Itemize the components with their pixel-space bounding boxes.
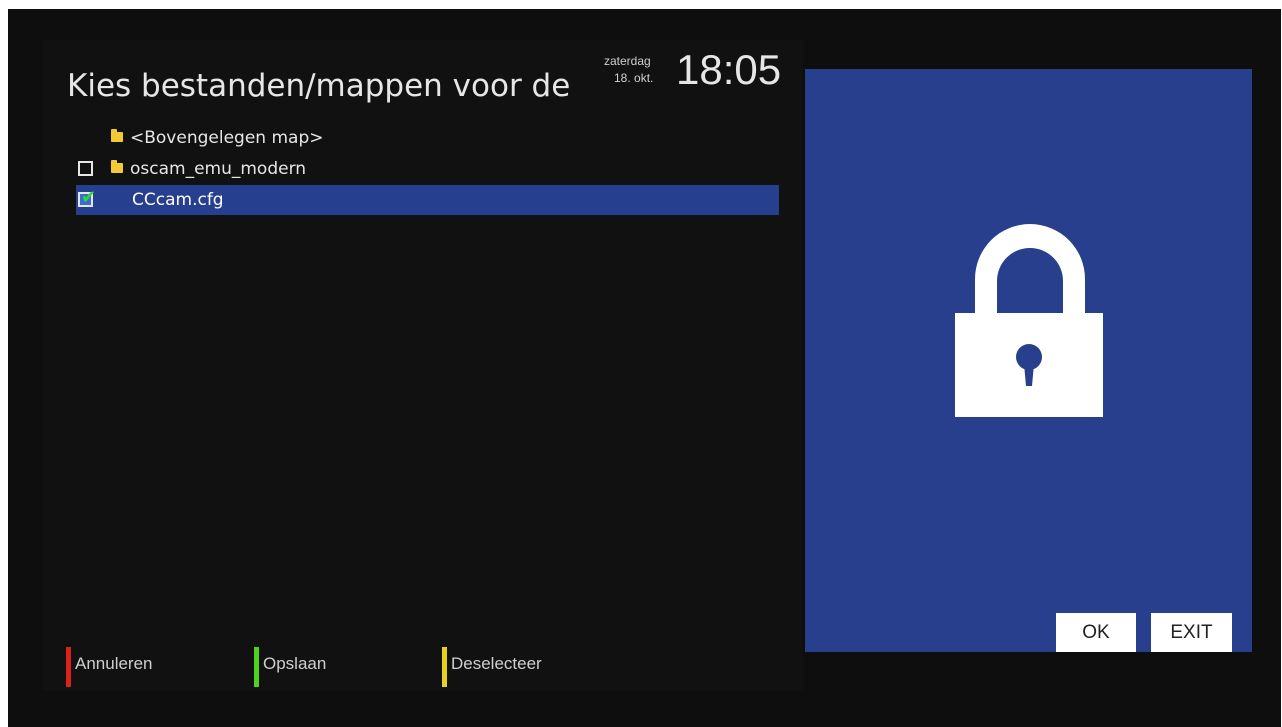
dialog-panel: OK EXIT [805,69,1252,652]
ok-button[interactable]: OK [1056,613,1136,652]
date-day: zaterdag [604,54,651,68]
list-item-label: CCcam.cfg [132,190,224,210]
list-item-label: <Bovengelegen map> [130,128,324,148]
exit-button[interactable]: EXIT [1151,613,1232,652]
list-item-label: oscam_emu_modern [130,159,307,179]
list-item-oscam-folder[interactable]: oscam_emu_modern [77,154,777,184]
folder-icon [111,129,123,142]
green-button-label: Opslaan [263,654,327,673]
list-item-parent-folder[interactable]: <Bovengelegen map> [77,123,777,153]
checkbox[interactable] [78,161,93,176]
folder-icon [111,160,123,173]
page-title: Kies bestanden/mappen voor de back-up [67,68,577,104]
date-number: 18. okt. [614,71,654,85]
green-key-indicator [254,647,259,687]
yellow-key-indicator [442,647,447,687]
red-button-label: Annuleren [75,654,153,673]
red-key-indicator [66,647,71,687]
checkbox-checked[interactable]: ✔ [78,187,97,208]
clock: 18:05 [676,46,782,93]
checkmark-icon: ✔ [81,187,97,208]
yellow-button-label: Deselecteer [451,654,542,673]
lock-icon [955,224,1103,417]
list-item-cccam-file[interactable]: ✔ CCcam.cfg [76,185,779,215]
